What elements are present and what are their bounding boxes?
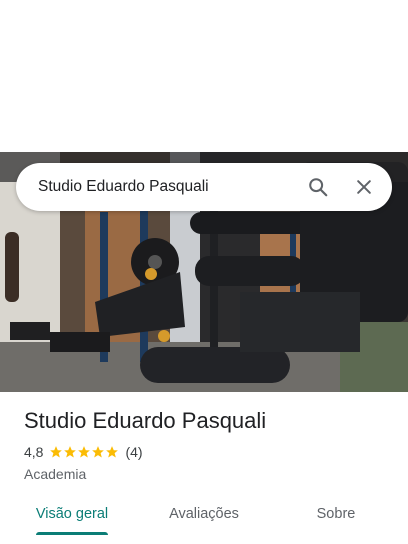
active-tab-indicator — [36, 532, 108, 535]
star-icon — [106, 446, 119, 458]
search-button[interactable] — [298, 167, 338, 207]
close-icon — [357, 180, 371, 194]
place-title: Studio Eduardo Pasquali — [24, 408, 267, 433]
map-area-blank — [0, 0, 408, 152]
rating-row[interactable]: 4,8 (4) — [24, 444, 143, 460]
star-icon — [92, 446, 105, 458]
search-input[interactable]: Studio Eduardo Pasquali — [16, 178, 298, 196]
place-tabs: Visão geral Avaliações Sobre — [0, 494, 408, 544]
tab-about[interactable]: Sobre — [284, 494, 388, 534]
place-category: Academia — [24, 466, 87, 482]
star-icon — [50, 446, 63, 458]
rating-value: 4,8 — [24, 444, 44, 460]
star-icon — [64, 446, 77, 458]
star-rating — [49, 445, 119, 459]
tab-overview[interactable]: Visão geral — [20, 494, 124, 534]
star-icon — [78, 446, 91, 458]
tab-reviews[interactable]: Avaliações — [152, 494, 256, 534]
close-button[interactable] — [344, 167, 384, 207]
review-count[interactable]: (4) — [125, 444, 142, 460]
search-bar[interactable]: Studio Eduardo Pasquali — [16, 163, 392, 211]
search-icon — [309, 178, 328, 197]
